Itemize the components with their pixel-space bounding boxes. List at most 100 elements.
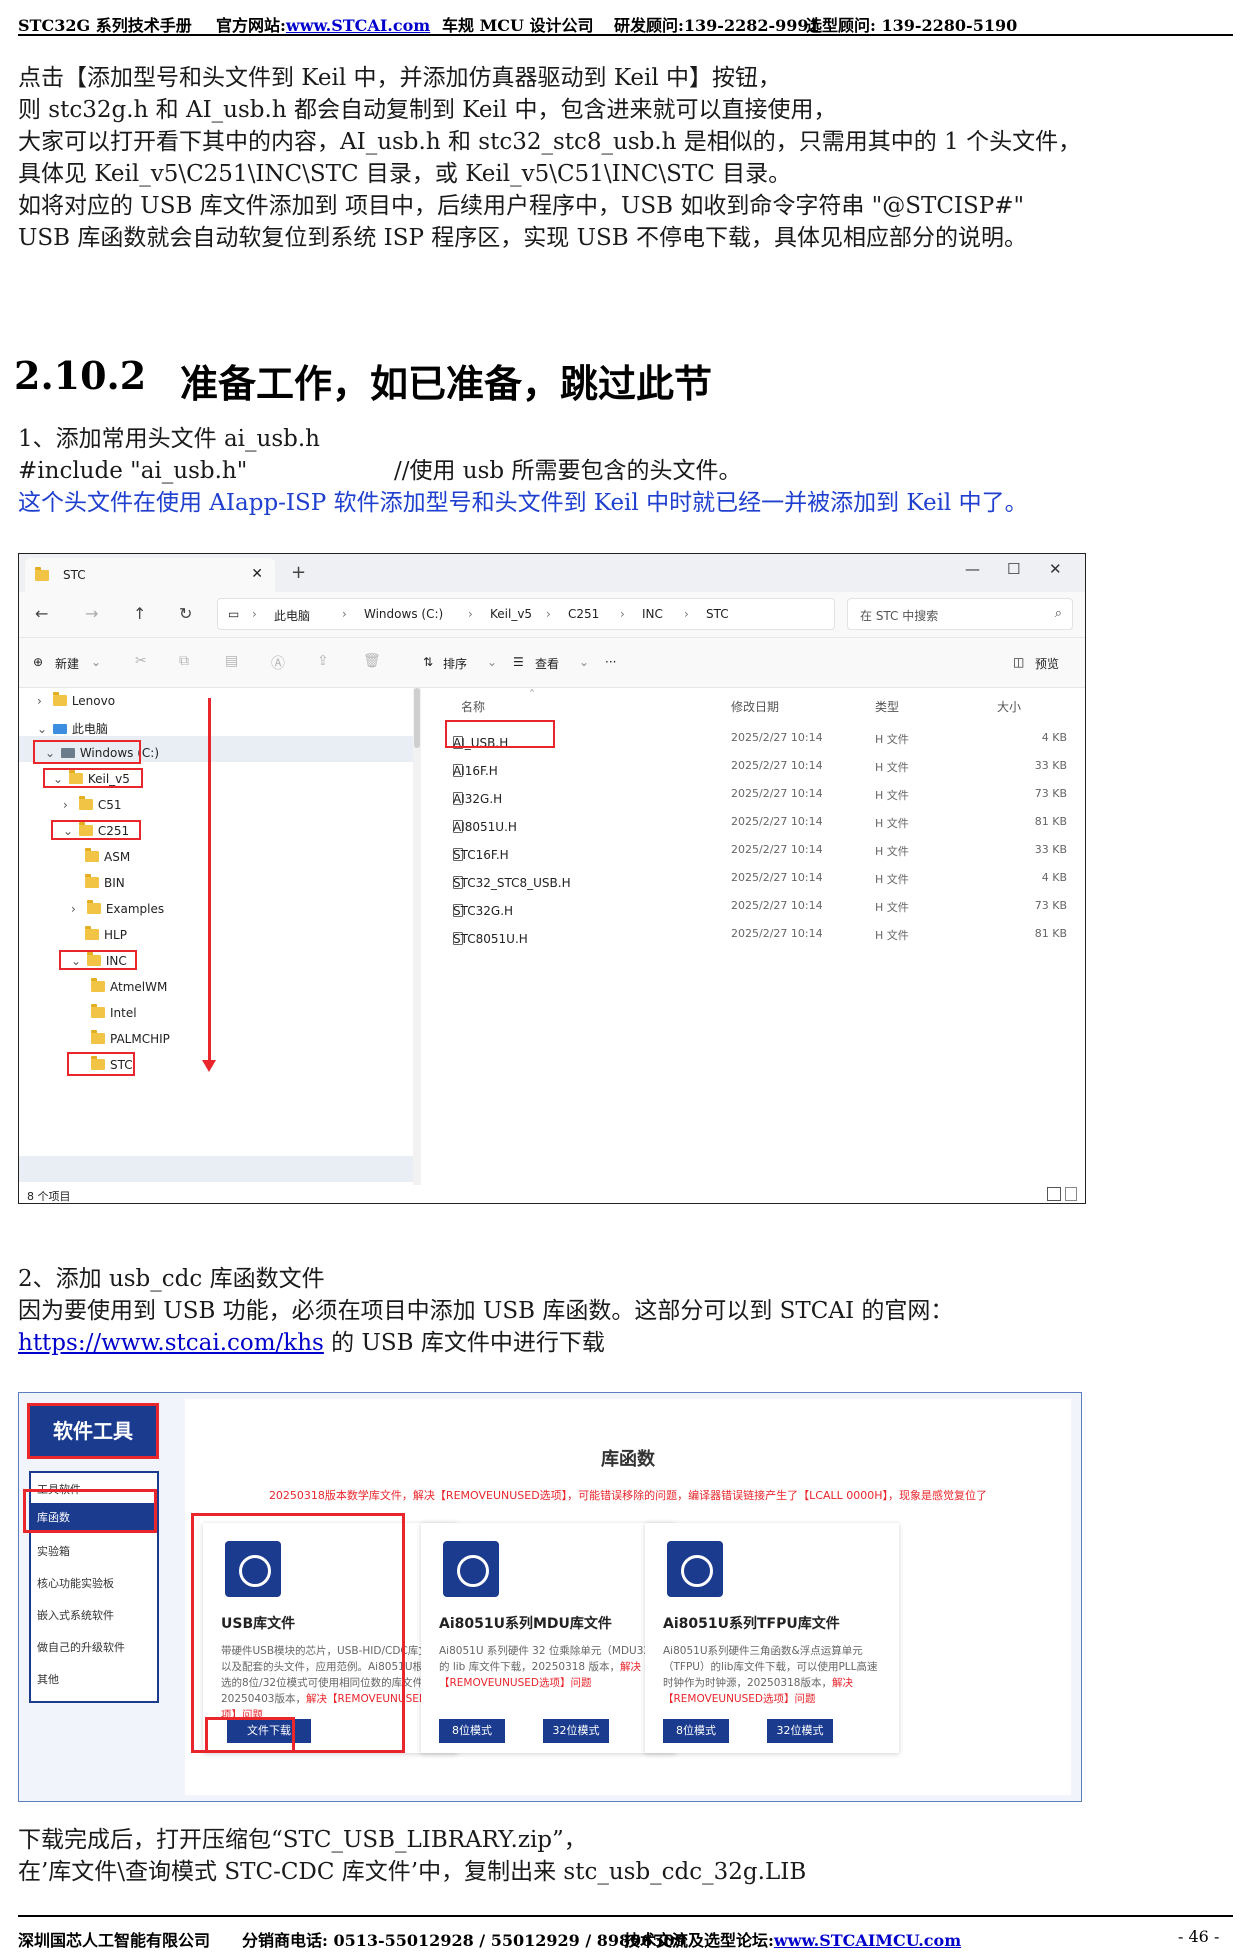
share-icon[interactable]: ⇪ (317, 653, 329, 669)
file-row[interactable]: STC16F.H 2025/2/27 10:14 H 文件 33 KB (429, 838, 1079, 862)
32bit-mode-button[interactable]: 32位模式 (767, 1719, 833, 1743)
tree-item-hlp[interactable]: HLP (85, 926, 127, 950)
search-box[interactable]: 在 STC 中搜索 ⌕ (847, 598, 1073, 630)
breadcrumb[interactable]: ▭ › 此电脑 › Windows (C:) › Keil_v5 › C251 … (217, 598, 835, 630)
step2-line2: https://www.stcai.com/khs 的 USB 库文件中进行下载 (18, 1330, 605, 1356)
highlight-box (51, 820, 141, 840)
tiles-view-icon[interactable] (1065, 1187, 1077, 1201)
tree-item-palmchip[interactable]: PALMCHIP (91, 1030, 170, 1054)
chevron-right-icon[interactable]: › (71, 902, 83, 916)
library-panel: 库函数 20250318版本数学库文件，解决【REMOVEUNUSED选项】，可… (185, 1399, 1071, 1795)
tab-close-icon[interactable]: ✕ (251, 566, 263, 582)
file-row[interactable]: STC32_STC8_USB.H 2025/2/27 10:14 H 文件 4 … (429, 866, 1079, 890)
copy-icon[interactable]: ⧉ (179, 653, 189, 669)
card-desc: Ai8051U系列硬件三角函数&浮点运算单元（TFPU）的lib库文件下载，可以… (663, 1645, 878, 1705)
8bit-mode-button[interactable]: 8位模式 (663, 1719, 729, 1743)
refresh-icon[interactable]: ↻ (179, 604, 192, 623)
more-button[interactable]: ··· (605, 655, 616, 669)
menu-item-other[interactable]: 其他 (31, 1665, 157, 1695)
tree-item-lenovo[interactable]: › Lenovo (37, 692, 115, 716)
file-row[interactable]: STC32G.H 2025/2/27 10:14 H 文件 73 KB (429, 894, 1079, 918)
delete-icon[interactable]: 🗑 (363, 653, 381, 669)
forum-link[interactable]: www.STCAIMCU.com (774, 1931, 961, 1950)
sort-button[interactable]: 排序 (443, 655, 467, 672)
nav-scrollbar[interactable] (413, 688, 421, 1185)
card-tfpu-library: Ai8051U系列TFPU库文件 Ai8051U系列硬件三角函数&浮点运算单元（… (645, 1523, 899, 1753)
file-explorer-window: STC ✕ + — ☐ ✕ ← → ↑ ↻ ▭ › 此电脑 › Windows … (18, 553, 1086, 1204)
file-row[interactable]: AI16F.H 2025/2/27 10:14 H 文件 33 KB (429, 754, 1079, 778)
crumb-c251[interactable]: C251 (568, 607, 599, 621)
crumb-stc[interactable]: STC (706, 607, 729, 621)
step1-title: 1、添加常用头文件 ai_usb.h (18, 426, 320, 452)
tree-item-examples[interactable]: › Examples (71, 900, 164, 924)
8bit-mode-button[interactable]: 8位模式 (439, 1719, 505, 1743)
preview-button[interactable]: 预览 (1035, 655, 1059, 672)
stcai-khs-link[interactable]: https://www.stcai.com/khs (18, 1330, 324, 1356)
explorer-tab[interactable]: STC ✕ (25, 558, 275, 592)
column-date[interactable]: 修改日期 (731, 698, 779, 715)
file-row[interactable]: AI8051U.H 2025/2/27 10:14 H 文件 81 KB (429, 810, 1079, 834)
details-view-icon[interactable] (1047, 1187, 1061, 1201)
file-type: H 文件 (875, 873, 909, 886)
back-icon[interactable]: ← (35, 604, 48, 623)
new-tab-icon[interactable]: + (291, 562, 306, 583)
maximize-icon[interactable]: ☐ (1007, 560, 1020, 578)
sort-caret-icon: ˄ (529, 688, 535, 702)
column-size[interactable]: 大小 (997, 698, 1021, 715)
crumb-inc[interactable]: INC (642, 607, 663, 621)
chevron-right-icon[interactable]: › (63, 798, 75, 812)
menu-item-upgrade[interactable]: 做自己的升级软件 (31, 1633, 157, 1663)
item-count: 8 个项目 (27, 1190, 71, 1203)
view-button[interactable]: 查看 (535, 655, 559, 672)
up-icon[interactable]: ↑ (133, 604, 146, 623)
scroll-thumb[interactable] (414, 688, 420, 748)
file-type: H 文件 (875, 817, 909, 830)
footer-forum: 技术交流及选型论坛:www.STCAIMCU.com (624, 1931, 962, 1950)
folder-icon (85, 848, 99, 862)
tree-item-c51[interactable]: › C51 (63, 796, 121, 820)
file-size: 4 KB (1041, 871, 1067, 884)
company-tag: 车规 MCU 设计公司 (442, 16, 594, 35)
file-date: 2025/2/27 10:14 (731, 759, 823, 772)
menu-item-core-board[interactable]: 核心功能实验板 (31, 1569, 157, 1599)
crumb-keil[interactable]: Keil_v5 (490, 607, 532, 621)
menu-item-embedded[interactable]: 嵌入式系统软件 (31, 1601, 157, 1631)
library-notice: 20250318版本数学库文件，解决【REMOVEUNUSED选项】，可能错误移… (268, 1489, 988, 1502)
tree-item-this-pc[interactable]: ⌄ 此电脑 (37, 720, 108, 742)
page-number: - 46 - (1178, 1927, 1220, 1946)
file-row[interactable]: AI32G.H 2025/2/27 10:14 H 文件 73 KB (429, 782, 1079, 806)
page-footer: 深圳国芯人工智能有限公司 分销商电话: 0513-55012928 / 5501… (18, 1915, 1233, 1951)
crumb-this-pc[interactable]: 此电脑 (274, 607, 310, 624)
new-button[interactable]: 新建 (55, 655, 79, 672)
crumb-windows-c[interactable]: Windows (C:) (364, 607, 443, 621)
column-name[interactable]: 名称 (461, 698, 485, 715)
minimize-icon[interactable]: — (965, 560, 980, 578)
card-mdu-library: Ai8051U系列MDU库文件 Ai8051U 系列硬件 32 位乘除单元（MD… (421, 1523, 675, 1753)
32bit-mode-button[interactable]: 32位模式 (543, 1719, 609, 1743)
highlight-box (205, 1717, 295, 1753)
chevron-down-icon[interactable]: ⌄ (37, 722, 49, 736)
card-title: Ai8051U系列TFPU库文件 (663, 1616, 840, 1632)
site-link[interactable]: www.STCAI.com (286, 16, 430, 35)
column-type[interactable]: 类型 (875, 698, 899, 715)
tree-item-asm[interactable]: ASM (85, 848, 130, 872)
paste-icon[interactable]: ▤ (225, 653, 238, 669)
step2-paragraph: 2、添加 usb_cdc 库函数文件 因为要使用到 USB 功能，必须在项目中添… (18, 1263, 1233, 1359)
chevron-right-icon[interactable]: › (37, 694, 49, 708)
window-close-icon[interactable]: ✕ (1049, 560, 1062, 578)
highlight-box (67, 1052, 135, 1076)
highlight-box (445, 720, 555, 748)
cut-icon[interactable]: ✂ (135, 653, 147, 669)
search-placeholder: 在 STC 中搜索 (860, 609, 939, 623)
tree-item-atmelwm[interactable]: AtmelWM (91, 978, 167, 1002)
tree-item-intel[interactable]: Intel (91, 1004, 137, 1028)
menu-item-lab-box[interactable]: 实验箱 (31, 1537, 157, 1567)
tree-item-bin[interactable]: BIN (85, 874, 125, 898)
file-type: H 文件 (875, 733, 909, 746)
file-size: 73 KB (1034, 787, 1067, 800)
rename-icon[interactable]: Ⓐ (271, 653, 285, 673)
file-row[interactable]: STC8051U.H 2025/2/27 10:14 H 文件 81 KB (429, 922, 1079, 946)
forward-icon[interactable]: → (85, 604, 98, 623)
search-icon[interactable]: ⌕ (1055, 606, 1062, 621)
library-title: 库函数 (601, 1449, 655, 1470)
